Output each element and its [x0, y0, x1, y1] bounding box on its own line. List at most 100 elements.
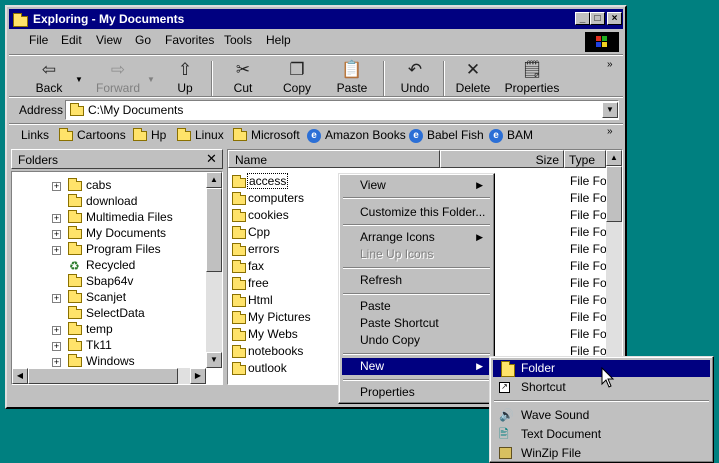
menu-item-paste-shortcut[interactable]: Paste Shortcut — [342, 315, 491, 332]
folder-icon — [232, 345, 246, 358]
folder-icon — [59, 127, 73, 141]
link-linux[interactable]: Linux — [177, 127, 224, 142]
folder-icon — [232, 294, 246, 307]
close-pane-icon[interactable]: ✕ — [206, 151, 217, 167]
scroll-down-button[interactable]: ▼ — [206, 352, 222, 368]
submenu-item-wave-sound[interactable]: 🔊 Wave Sound — [493, 407, 710, 424]
folder-icon — [232, 226, 246, 239]
forward-dropdown-icon[interactable]: ▼ — [147, 75, 155, 84]
mouse-pointer-icon — [601, 367, 615, 388]
menu-view[interactable]: View — [96, 33, 122, 47]
folder-icon — [68, 290, 82, 303]
file-list-vertical-scrollbar[interactable]: ▲ — [606, 150, 622, 384]
folder-icon — [232, 260, 246, 273]
folder-icon — [68, 194, 82, 207]
tree-vertical-scrollbar[interactable]: ▲ ▼ — [206, 172, 222, 368]
forward-button[interactable]: ⇨ Forward — [89, 57, 147, 101]
folder-icon — [232, 277, 246, 290]
windows-logo — [585, 32, 619, 52]
link-cartoons[interactable]: Cartoons — [59, 127, 126, 142]
window-icon — [13, 12, 28, 28]
scroll-right-button[interactable]: ▶ — [190, 368, 206, 384]
text-document-icon: 🖹 — [499, 427, 509, 441]
menu-item-refresh[interactable]: Refresh — [342, 272, 491, 289]
menu-go[interactable]: Go — [135, 33, 151, 47]
folders-pane: Folders ✕ + cabs download + Multimedia F… — [11, 149, 223, 385]
back-dropdown-icon[interactable]: ▼ — [75, 75, 83, 84]
menu-item-arrange-icons[interactable]: Arrange Icons ▶ — [342, 229, 491, 246]
folder-icon — [232, 209, 246, 222]
scroll-thumb[interactable] — [28, 368, 178, 384]
scroll-left-button[interactable]: ◀ — [12, 368, 28, 384]
address-field[interactable]: C:\My Documents ▼ — [65, 100, 619, 120]
folder-tree[interactable]: + cabs download + Multimedia Files + My … — [11, 171, 223, 385]
column-header-name[interactable]: Name — [228, 150, 440, 168]
menu-tools[interactable]: Tools — [224, 33, 252, 47]
column-header-size[interactable]: Size — [440, 150, 564, 168]
link-babel-fish[interactable]: e Babel Fish — [409, 128, 484, 143]
up-button[interactable]: ⇧ Up — [167, 57, 203, 101]
close-button[interactable]: × — [607, 12, 622, 25]
paste-button[interactable]: 📋 Paste — [329, 57, 375, 101]
scroll-up-button[interactable]: ▲ — [206, 172, 222, 188]
undo-button[interactable]: ↶ Undo — [393, 57, 437, 101]
copy-button[interactable]: ❐ Copy — [275, 57, 319, 101]
menu-file[interactable]: File — [29, 33, 48, 47]
link-microsoft[interactable]: Microsoft — [233, 127, 300, 142]
menu-bar: File Edit View Go Favorites Tools Help — [9, 31, 623, 53]
properties-button[interactable]: 🗒 Properties — [499, 57, 565, 101]
links-bar: Links Cartoons Hp Linux Microsoft e Amazo… — [9, 124, 623, 146]
column-header-type[interactable]: Type — [564, 150, 606, 168]
delete-x-icon: ✕ — [465, 60, 481, 79]
links-chevron-icon[interactable]: » — [607, 126, 613, 137]
back-button[interactable]: ⇦ Back — [23, 57, 75, 101]
context-menu: View ▶ Customize this Folder... Arrange I… — [338, 173, 495, 404]
scroll-thumb[interactable] — [206, 188, 222, 272]
properties-icon: 🗒 — [521, 60, 543, 79]
menu-item-view[interactable]: View ▶ — [342, 177, 491, 194]
maximize-button[interactable]: □ — [590, 12, 605, 25]
folder-icon — [68, 210, 82, 223]
menu-item-paste[interactable]: Paste — [342, 298, 491, 315]
scroll-thumb[interactable] — [606, 166, 622, 222]
folder-icon — [68, 242, 82, 255]
menu-help[interactable]: Help — [266, 33, 291, 47]
folder-icon — [232, 362, 246, 375]
open-folder-icon — [68, 226, 82, 239]
internet-shortcut-icon: e — [409, 128, 423, 143]
toolbar-chevron-icon[interactable]: » — [607, 59, 613, 70]
address-label: Address — [19, 103, 64, 117]
folder-icon — [68, 178, 82, 191]
folder-icon — [233, 127, 247, 141]
submenu-arrow-icon: ▶ — [476, 232, 483, 242]
menu-item-properties[interactable]: Properties — [342, 384, 491, 401]
explorer-window: Exploring - My Documents _ □ × File Edit… — [5, 5, 627, 409]
link-amazon-books[interactable]: e Amazon Books — [307, 128, 406, 143]
link-bam[interactable]: e BAM — [489, 128, 533, 143]
folder-icon — [501, 361, 515, 377]
shortcut-icon: ↗ — [499, 382, 510, 393]
folder-icon — [68, 306, 82, 319]
submenu-arrow-icon: ▶ — [476, 361, 483, 371]
submenu-item-winzip-file[interactable]: WinZip File — [493, 445, 710, 462]
link-hp[interactable]: Hp — [133, 127, 166, 142]
folder-icon — [68, 322, 82, 335]
scroll-up-button[interactable]: ▲ — [606, 150, 622, 166]
recycle-bin-icon: ♻ — [69, 259, 80, 273]
submenu-item-text-document[interactable]: 🖹 Text Document — [493, 426, 710, 443]
folder-icon — [68, 354, 82, 367]
minimize-button[interactable]: _ — [575, 12, 590, 25]
menu-item-customize-folder[interactable]: Customize this Folder... — [342, 204, 491, 221]
address-dropdown-button[interactable]: ▼ — [602, 102, 618, 118]
menu-favorites[interactable]: Favorites — [165, 33, 214, 47]
tree-horizontal-scrollbar[interactable]: ◀ ▶ — [12, 368, 206, 384]
cut-button[interactable]: ✂ Cut — [223, 57, 263, 101]
title-bar[interactable]: Exploring - My Documents _ □ × — [9, 9, 623, 29]
up-folder-icon: ⇧ — [177, 60, 193, 79]
scissors-icon: ✂ — [235, 60, 251, 79]
internet-shortcut-icon: e — [307, 128, 321, 143]
menu-edit[interactable]: Edit — [61, 33, 82, 47]
menu-item-new[interactable]: New ▶ — [342, 358, 491, 375]
delete-button[interactable]: ✕ Delete — [451, 57, 495, 101]
menu-item-undo-copy[interactable]: Undo Copy — [342, 332, 491, 349]
